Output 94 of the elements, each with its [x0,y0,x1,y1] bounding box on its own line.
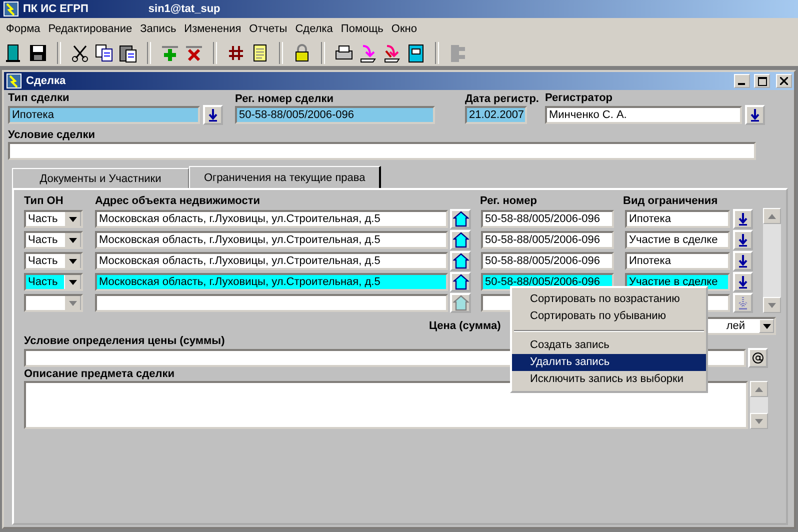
house-button[interactable] [450,251,471,271]
house-icon [452,253,468,269]
scrollbar[interactable] [763,208,781,313]
menu-item[interactable]: Окно [387,21,421,37]
menu-item[interactable]: Сделка [291,21,337,37]
dropdown-button[interactable] [733,251,753,271]
house-button[interactable] [450,230,471,250]
at-button[interactable] [748,348,768,368]
field-label: Описание предмета сделки [24,368,175,380]
address-field[interactable]: Московская область, г.Луховицы, ул.Строительная, д.5 [95,252,448,270]
down-arrow-icon [755,418,763,424]
deal-type-field[interactable]: Ипотека [8,106,200,124]
menu-item[interactable]: Создать запись [512,337,706,354]
reg-number-field[interactable]: 50-58-88/005/2006-096 [481,210,614,228]
field-label: Условие сделки [8,129,96,142]
dropdown-button[interactable] [733,272,753,292]
column-header: Вид ограничения [623,194,719,208]
reg-number-field[interactable]: 50-58-88/005/2006-096 [481,252,614,270]
down-arrow-icon [68,280,76,284]
paste-icon[interactable] [118,43,138,63]
dropdown-button[interactable] [203,105,223,125]
field-label: Рег. номер сделки [235,93,334,106]
condition-field[interactable] [8,142,756,160]
hash-icon[interactable] [226,43,246,63]
dropdown-button[interactable] [744,105,765,125]
maximize-button[interactable] [754,74,770,88]
restriction-field[interactable]: Ипотека [625,210,730,228]
house-button[interactable] [450,272,471,292]
menu-item[interactable]: Редактирование [44,21,136,37]
tab[interactable]: Документы и Участники [12,168,189,188]
field-label: Условие определения цены (суммы) [24,335,225,347]
reg-number-field[interactable]: 50-58-88/005/2006-096 [481,231,614,249]
plus-icon[interactable] [160,43,180,63]
cross-icon[interactable] [184,43,204,63]
window-icon [6,73,22,89]
reg-date-field[interactable]: 21.02.2007 [465,106,527,124]
column-header: Адрес объекта недвижимости [95,194,262,208]
menu-item[interactable]: Запись [136,21,180,37]
menu-item[interactable]: Изменения [180,21,246,37]
down-arrow-icon [68,300,76,306]
user-name: sin1@tat_sup [148,3,220,15]
down-arrow-icon [68,216,76,222]
down-arrow-icon [68,258,76,264]
part-dropdown[interactable]: Часть [24,273,83,291]
down-arrow-icon [68,238,76,242]
field-label: Регистратор [544,92,614,105]
cut-icon[interactable] [70,43,90,63]
field-label: Тип сделки [8,92,70,105]
dropdown-button[interactable] [733,209,753,229]
maximize-icon [758,76,766,86]
part-dropdown[interactable]: Часть [24,210,83,228]
save-icon[interactable] [28,43,48,63]
restriction-field[interactable]: Ипотека [625,252,730,270]
part-dropdown[interactable]: Часть [24,252,83,270]
part-dropdown[interactable]: Часть [24,231,83,249]
arrow-icon[interactable] [358,43,378,63]
app-icon [3,1,19,17]
menu-item[interactable]: Исключить запись из выборки [512,371,706,388]
house-icon [452,232,468,248]
address-field[interactable]: Московская область, г.Луховицы, ул.Строительная, д.5 [95,210,448,228]
house-icon [452,295,468,311]
close-button[interactable] [776,74,792,88]
tab[interactable]: Ограничения на текущие права [189,166,382,188]
up-arrow-icon [755,386,763,392]
address-field[interactable]: Московская область, г.Луховицы, ул.Строительная, д.5 [95,231,448,249]
minimize-button[interactable] [734,74,750,88]
field-label: Цена (сумма) [429,320,501,332]
menu-item[interactable]: Помощь [336,21,388,37]
down-arrow-icon [762,324,770,328]
menu-item[interactable]: Удалить запись [512,354,706,371]
window-title: Сделка [26,75,67,87]
copy-icon[interactable] [94,43,114,63]
reg-number-field[interactable]: 50-58-88/005/2006-096 [235,106,435,124]
dropdown-button[interactable] [733,230,753,250]
house-icon [452,211,468,227]
app-title: ПК ИС ЕГРП [23,3,88,15]
close-icon [780,77,788,85]
scrollbar[interactable] [750,381,768,429]
address-field[interactable]: Московская область, г.Луховицы, ул.Строительная, д.5 [95,273,448,291]
down-arrow-icon [768,302,776,308]
registrar-field[interactable]: Минченко С. А. [544,106,742,124]
up-arrow-icon [768,214,776,218]
menu-item[interactable]: Сортировать по возрастанию [512,291,706,308]
column-header: Тип ОН [24,194,64,208]
menu-item[interactable]: Форма [2,21,44,37]
at-sign-icon [752,352,764,364]
column-header: Рег. номер [480,194,538,208]
house-button[interactable] [450,209,471,229]
house-icon [452,274,468,290]
menu-item[interactable]: Отчеты [245,21,292,37]
book-icon[interactable] [406,43,426,63]
restriction-field[interactable]: Участие в сделке [625,231,730,249]
arrow-icon[interactable] [382,43,402,63]
field-label: Дата регистр. [465,93,539,106]
